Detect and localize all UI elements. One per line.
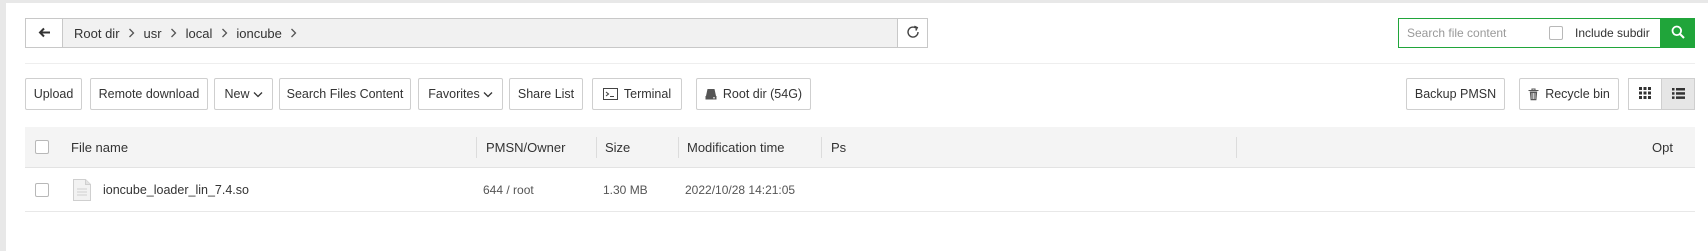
breadcrumb-item-usr[interactable]: usr (144, 26, 162, 41)
file-icon (73, 168, 91, 211)
favorites-dropdown-button[interactable]: Favorites (418, 78, 503, 110)
search-box: Include subdir (1398, 18, 1695, 48)
terminal-label: Terminal (623, 87, 672, 101)
column-separator (678, 137, 679, 158)
grid-view-icon (1639, 86, 1651, 102)
disk-icon (705, 88, 717, 100)
caret-down-icon (253, 91, 263, 98)
header-ps: Ps (831, 139, 847, 155)
backup-pmsn-button[interactable]: Backup PMSN (1406, 78, 1505, 110)
file-size: 1.30 MB (603, 182, 648, 197)
upload-label: Upload (33, 87, 74, 101)
breadcrumb-item-ioncube[interactable]: ioncube (236, 26, 282, 41)
table-row[interactable]: ioncube_loader_lin_7.4.so 644 / root 1.3… (25, 168, 1695, 212)
file-name[interactable]: ioncube_loader_lin_7.4.so (103, 168, 249, 211)
header-pmsn-owner[interactable]: PMSN/Owner (486, 127, 565, 167)
search-files-content-button[interactable]: Search Files Content (279, 78, 411, 110)
column-separator (476, 137, 477, 158)
search-files-content-label: Search Files Content (286, 87, 404, 101)
grid-view-button[interactable] (1628, 78, 1662, 110)
search-icon (1671, 25, 1685, 42)
terminal-button[interactable]: Terminal (592, 78, 682, 110)
root-dir-disk-button[interactable]: Root dir (54G) (696, 78, 811, 110)
terminal-icon (602, 88, 618, 100)
breadcrumb-item-local[interactable]: local (186, 26, 213, 41)
refresh-button[interactable] (897, 19, 927, 47)
top-border (0, 0, 1708, 3)
recycle-bin-label: Recycle bin (1545, 87, 1610, 101)
share-list-label: Share List (517, 87, 575, 101)
backup-pmsn-label: Backup PMSN (1414, 87, 1497, 101)
column-separator (821, 137, 822, 158)
divider (25, 63, 1695, 64)
include-subdir-checkbox[interactable] (1549, 26, 1563, 40)
chevron-right-icon (282, 28, 306, 38)
back-arrow-icon (38, 26, 51, 41)
trash-icon (1528, 87, 1539, 101)
view-toggle (1628, 78, 1695, 110)
header-size[interactable]: Size (605, 127, 630, 167)
remote-download-button[interactable]: Remote download (90, 78, 208, 110)
remote-download-label: Remote download (98, 87, 200, 101)
upload-button[interactable]: Upload (25, 78, 82, 110)
breadcrumb-item-root[interactable]: Root dir (74, 26, 120, 41)
chevron-right-icon (162, 28, 186, 38)
back-button[interactable] (26, 19, 63, 47)
list-view-icon (1671, 87, 1685, 102)
file-permissions-owner[interactable]: 644 / root (483, 168, 534, 211)
row-checkbox[interactable] (35, 182, 49, 197)
root-dir-label: Root dir (54G) (722, 87, 803, 101)
new-label: New (224, 87, 250, 101)
path-bar: Root dir usr local ioncube (25, 18, 928, 48)
header-opt: Opt (1652, 139, 1673, 155)
table-header: File name PMSN/Owner Size Modification t… (25, 127, 1695, 168)
search-input[interactable] (1399, 19, 1549, 47)
header-file-name[interactable]: File name (71, 127, 128, 167)
chevron-right-icon (212, 28, 236, 38)
row-checkbox-cell (35, 168, 49, 211)
new-dropdown-button[interactable]: New (214, 78, 273, 110)
select-all-checkbox[interactable] (35, 140, 49, 154)
select-all-checkbox-cell (35, 127, 49, 167)
caret-down-icon (483, 91, 493, 98)
list-view-button[interactable] (1661, 78, 1695, 110)
header-modification-time[interactable]: Modification time (687, 127, 785, 167)
search-button[interactable] (1660, 18, 1695, 48)
column-separator (596, 137, 597, 158)
column-separator (1236, 137, 1237, 158)
share-list-button[interactable]: Share List (509, 78, 583, 110)
include-subdir-label: Include subdir (1575, 26, 1650, 40)
refresh-icon (906, 25, 920, 42)
file-table: File name PMSN/Owner Size Modification t… (25, 127, 1695, 212)
recycle-bin-button[interactable]: Recycle bin (1519, 78, 1619, 110)
breadcrumb: Root dir usr local ioncube (63, 19, 897, 47)
favorites-label: Favorites (428, 87, 480, 101)
file-modified-time: 2022/10/28 14:21:05 (685, 182, 796, 197)
chevron-right-icon (120, 28, 144, 38)
left-border (0, 0, 6, 251)
